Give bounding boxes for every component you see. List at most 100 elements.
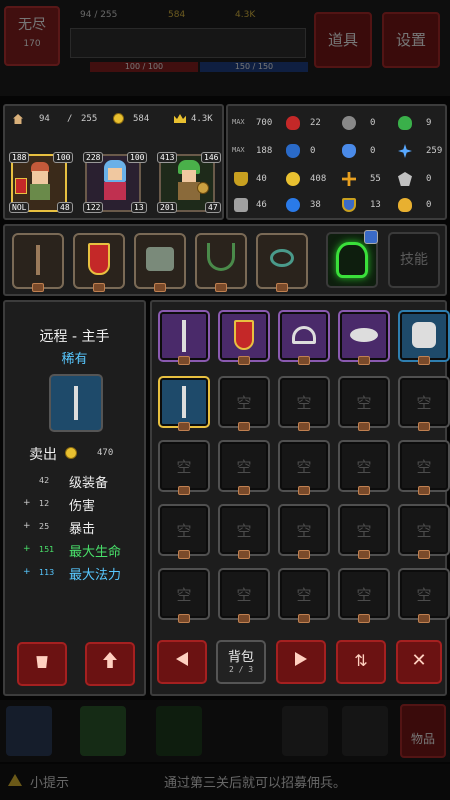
items-button[interactable]: 物品 — [400, 704, 446, 758]
gold-heart-icon — [398, 198, 412, 212]
lock-icon — [358, 486, 370, 495]
item-preview-slot — [49, 374, 103, 432]
empty-inventory-slot[interactable]: 空 — [278, 504, 330, 559]
empty-inventory-slot[interactable]: 空 — [218, 440, 270, 495]
empty-inventory-slot[interactable]: 空 — [158, 504, 210, 559]
settings-button[interactable]: 设置 — [382, 12, 440, 68]
house-icon — [13, 114, 23, 124]
hero2-level-bl: 122 — [83, 202, 104, 213]
lock-icon — [238, 550, 250, 559]
empty-slot-label: 空 — [356, 394, 372, 412]
blue-bone-slot[interactable] — [398, 310, 450, 365]
empty-inventory-slot[interactable]: 空 — [218, 376, 270, 431]
empty-inventory-slot[interactable]: 空 — [278, 376, 330, 431]
torch-icon — [182, 320, 186, 352]
green-rune-icon — [336, 242, 368, 278]
skill-button[interactable]: 技能 — [388, 232, 440, 288]
purple-helm-slot[interactable] — [278, 310, 330, 365]
empty-slot-label: 空 — [296, 394, 312, 412]
top-resource-pop: 94 / 255 — [80, 10, 118, 20]
empty-inventory-slot[interactable]: 空 — [218, 568, 270, 623]
hero1-level-bl: NOL — [9, 202, 30, 213]
damage-value: 12 — [39, 499, 50, 508]
lock-icon — [178, 356, 190, 365]
lock-icon — [358, 422, 370, 431]
empty-inventory-slot[interactable]: 空 — [278, 440, 330, 495]
selected-torch-slot[interactable] — [158, 376, 210, 431]
empty-inventory-slot[interactable]: 空 — [398, 376, 450, 431]
equip-slot-armor[interactable] — [134, 233, 186, 292]
equip-button[interactable] — [85, 642, 135, 686]
stat-trophy: 40 — [256, 174, 267, 184]
bottom-hero-2 — [80, 706, 126, 756]
empty-inventory-slot[interactable]: 空 — [158, 440, 210, 495]
helmet-icon — [292, 326, 316, 344]
next-page-button[interactable] — [276, 640, 326, 684]
bag-indicator: 背包 2 / 3 — [216, 640, 266, 684]
empty-slot-label: 空 — [356, 586, 372, 604]
close-icon: ✕ — [411, 650, 427, 671]
item-level-num: 42 — [39, 476, 50, 485]
ring-icon — [270, 249, 294, 267]
empty-inventory-slot[interactable]: 空 — [398, 440, 450, 495]
max-mp-value: 113 — [39, 568, 55, 577]
torch-icon — [182, 386, 186, 418]
blue-orb-icon — [286, 198, 300, 212]
trash-icon — [36, 656, 48, 668]
empty-slot-label: 空 — [236, 586, 252, 604]
lock-icon — [178, 486, 190, 495]
lock-icon — [358, 550, 370, 559]
lock-icon — [418, 356, 430, 365]
resource-row: 94 / 255 584 4.3K — [9, 112, 218, 130]
stat-gold-shield: 13 — [370, 200, 381, 210]
empty-inventory-slot[interactable]: 空 — [338, 568, 390, 623]
equip-slot-necklace[interactable] — [195, 233, 247, 292]
empty-inventory-slot[interactable]: 空 — [338, 440, 390, 495]
bonus-sign: + — [23, 567, 31, 577]
mp-bar: 150 / 150 — [200, 62, 308, 72]
purple-torch-slot[interactable] — [158, 310, 210, 365]
lock-icon — [178, 422, 190, 431]
blue-flask-icon — [342, 144, 356, 158]
tip-bar: 小提示 通过第三关后就可以招募佣兵。 — [0, 764, 450, 800]
props-button[interactable]: 道具 — [314, 12, 372, 68]
top-resource-crown: 4.3K — [235, 10, 256, 20]
equip-slot-shield[interactable] — [73, 233, 125, 292]
hero-shield-icon — [15, 178, 27, 194]
purple-eye-slot[interactable] — [338, 310, 390, 365]
stat-swirl: 0 — [370, 118, 376, 128]
skill-badge-icon — [364, 230, 378, 244]
empty-inventory-slot[interactable]: 空 — [398, 568, 450, 623]
empty-inventory-slot[interactable]: 空 — [338, 376, 390, 431]
lock-icon — [298, 422, 310, 431]
swirl-icon — [342, 116, 356, 130]
top-progress-track — [70, 28, 306, 58]
stat-silver-gem: 0 — [426, 174, 432, 184]
prev-page-button[interactable] — [157, 640, 207, 684]
red-shield-icon — [88, 243, 110, 275]
equip-slot-ring[interactable] — [256, 233, 308, 292]
close-button[interactable]: ✕ — [396, 640, 442, 684]
empty-inventory-slot[interactable]: 空 — [338, 504, 390, 559]
equip-slot-weapon[interactable] — [12, 233, 64, 292]
discard-button[interactable] — [17, 642, 67, 686]
silver-gem-icon — [398, 172, 412, 186]
hero-archer-sprite — [27, 162, 53, 204]
empty-inventory-slot[interactable]: 空 — [158, 568, 210, 623]
empty-inventory-slot[interactable]: 空 — [398, 504, 450, 559]
sort-button[interactable]: ⇅ — [336, 640, 386, 684]
empty-slot-label: 空 — [416, 394, 432, 412]
bag-label: 背包 — [227, 650, 254, 665]
bonus-sign: + — [23, 498, 31, 508]
lock-icon — [418, 422, 430, 431]
empty-inventory-slot[interactable]: 空 — [278, 568, 330, 623]
purple-shield-slot[interactable] — [218, 310, 270, 365]
sort-arrows-icon: ⇅ — [354, 651, 368, 670]
empty-slot-label: 空 — [296, 522, 312, 540]
crown-value: 4.3K — [191, 114, 213, 124]
empty-slot-label: 空 — [416, 586, 432, 604]
empty-inventory-slot[interactable]: 空 — [218, 504, 270, 559]
team-panel: 94 / 255 584 4.3K 188 100 NOL 48 228 100… — [3, 104, 224, 220]
skill-slot-active[interactable] — [326, 230, 378, 288]
stat-cross: 55 — [370, 174, 381, 184]
